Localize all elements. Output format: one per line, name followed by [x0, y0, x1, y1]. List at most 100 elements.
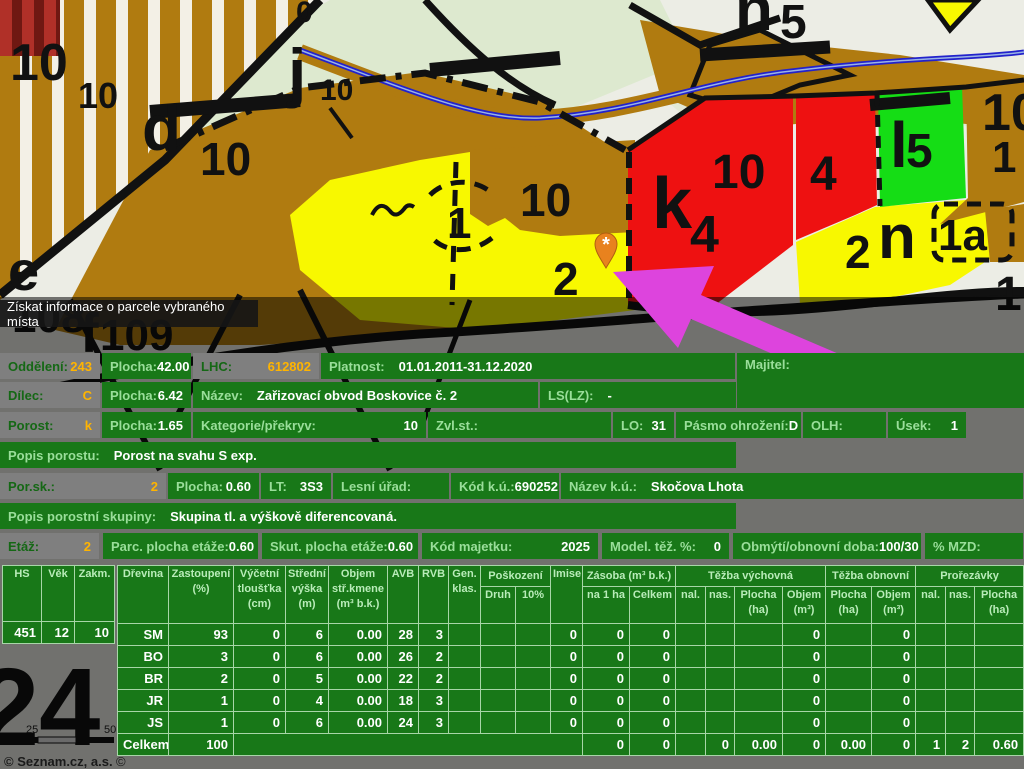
total-value-cell: 0: [706, 734, 735, 756]
value-cell: [449, 646, 481, 668]
field-value: k: [85, 418, 92, 433]
app-screen: 10 10 0 d 10 j 10 n 5 e 108 f 109 1 10 2…: [0, 0, 1024, 769]
value-cell: [916, 668, 946, 690]
field-plocha-porost: Plocha: 1.65: [102, 412, 191, 438]
value-cell: 1: [169, 712, 234, 734]
value-cell: 0.00: [329, 690, 388, 712]
value-cell: 24: [388, 712, 419, 734]
value-cell: [946, 690, 975, 712]
field-value: 243: [70, 359, 92, 374]
value-cell: 0: [234, 690, 286, 712]
total-value-cell: 0: [583, 734, 630, 756]
field-label: Model. těž. %:: [610, 539, 696, 554]
field-label: Popis porostu:: [8, 448, 100, 463]
value-cell: [449, 690, 481, 712]
value-cell: 0: [872, 712, 916, 734]
field-lhc: LHC: 612802: [193, 353, 319, 379]
zakm-value: 10: [75, 622, 115, 644]
col-zastoupeni: Zastoupení (%): [169, 566, 234, 624]
col-gen-klas: Gen. klas.: [449, 566, 481, 624]
field-label: Parc. plocha etáže:: [111, 539, 229, 554]
field-kod-ku: Kód k.ú.: 690252: [451, 473, 559, 499]
col-to-objem: Objem (m³): [872, 587, 916, 624]
value-cell: [975, 668, 1024, 690]
stand-id-table: HS Věk Zakm. 451 12 10: [2, 565, 115, 644]
value-cell: [516, 712, 551, 734]
field-plocha-dilec: Plocha: 6.42: [102, 382, 191, 408]
value-cell: 1: [169, 690, 234, 712]
value-cell: [916, 624, 946, 646]
value-cell: [916, 712, 946, 734]
value-cell: 0: [234, 646, 286, 668]
total-value-cell: 0.60: [975, 734, 1024, 756]
col-tv-objem: Objem (m³): [783, 587, 826, 624]
value-cell: 0: [872, 668, 916, 690]
field-label: Obmýtí/obnovní doba:: [741, 539, 879, 554]
svg-text:1a: 1a: [938, 211, 987, 260]
value-cell: [826, 668, 872, 690]
field-dilec: Dílec: C: [0, 382, 100, 408]
total-label: Celkem:: [118, 734, 169, 756]
field-value: C: [83, 388, 92, 403]
value-cell: 22: [388, 668, 419, 690]
col-na1ha: na 1 ha: [583, 587, 630, 624]
field-value: Zařizovací obvod Boskovice č. 2: [257, 388, 457, 403]
col-pr-plocha: Plocha (ha): [975, 587, 1024, 624]
value-cell: [735, 712, 783, 734]
field-majitel: Majitel:: [737, 353, 1024, 408]
col-celkem: Celkem: [630, 587, 676, 624]
value-cell: [826, 646, 872, 668]
field-plocha-porsk: Plocha: 0.60: [168, 473, 259, 499]
field-plocha-oddeleni: Plocha: 42.00: [102, 353, 191, 379]
svg-text:5: 5: [780, 0, 807, 49]
value-cell: [481, 668, 516, 690]
total-value-cell: 0: [630, 734, 676, 756]
value-cell: 5: [286, 668, 329, 690]
field-value: 2: [151, 479, 158, 494]
field-value: 0.60: [388, 539, 413, 554]
value-cell: [826, 690, 872, 712]
value-cell: [916, 690, 946, 712]
value-cell: 4: [286, 690, 329, 712]
value-cell: 3: [169, 646, 234, 668]
value-cell: [481, 712, 516, 734]
col-zakm: Zakm.: [75, 566, 115, 622]
value-cell: 0: [234, 668, 286, 690]
value-cell: 26: [388, 646, 419, 668]
svg-text:2: 2: [845, 226, 871, 278]
field-value: 2: [84, 539, 91, 554]
value-cell: 0: [551, 712, 583, 734]
value-cell: [449, 712, 481, 734]
field-usek: Úsek: 1: [888, 412, 966, 438]
table-row: JS1060.0024300000: [118, 712, 1024, 734]
field-label: Název:: [201, 388, 243, 403]
value-cell: 3: [419, 712, 449, 734]
col-drevina: Dřevina: [118, 566, 169, 624]
field-label: OLH:: [811, 418, 843, 433]
svg-text:10: 10: [520, 174, 571, 226]
field-value: 690252: [515, 479, 558, 494]
field-value: 10: [404, 418, 418, 433]
value-cell: [735, 624, 783, 646]
value-cell: 0: [583, 690, 630, 712]
value-cell: [706, 624, 735, 646]
field-label: Por.sk.:: [8, 479, 55, 494]
value-cell: 28: [388, 624, 419, 646]
table-row: BR2050.0022200000: [118, 668, 1024, 690]
svg-text:n: n: [735, 0, 773, 44]
svg-text:10: 10: [78, 75, 118, 116]
col-druh: Druh: [481, 587, 516, 624]
species-cell: BO: [118, 646, 169, 668]
value-cell: 0: [783, 624, 826, 646]
value-cell: 0.00: [329, 624, 388, 646]
total-value-cell: 2: [946, 734, 975, 756]
svg-text:10: 10: [320, 74, 353, 107]
col-vycetni-tloustka: Výčetní tloušťka (cm): [234, 566, 286, 624]
field-model-tez: Model. těž. %: 0: [602, 533, 729, 559]
value-cell: [735, 646, 783, 668]
value-cell: 3: [419, 690, 449, 712]
col-10pct: 10%: [516, 587, 551, 624]
value-cell: [706, 668, 735, 690]
field-value: 6.42: [158, 388, 183, 403]
table-total-row: Celkem:1000000.0000.000120.60: [118, 734, 1024, 756]
